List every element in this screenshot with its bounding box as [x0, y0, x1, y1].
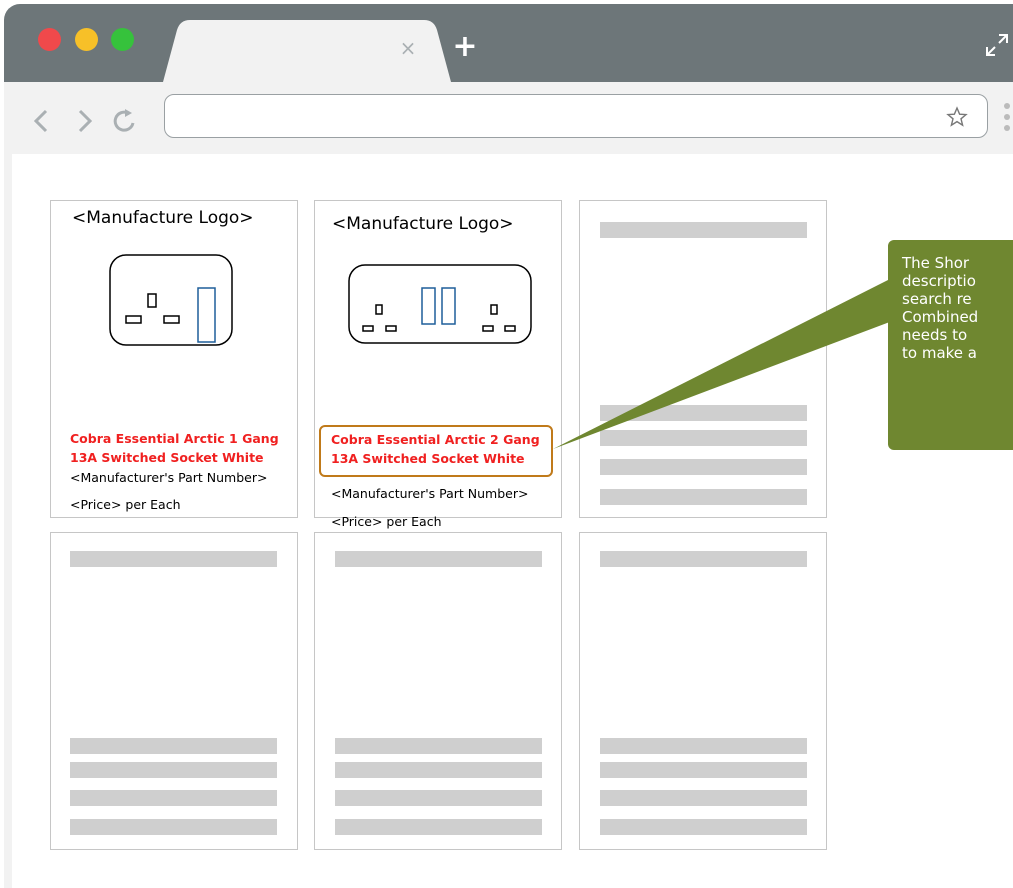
forward-icon[interactable] [72, 106, 96, 136]
placeholder-bar [600, 459, 807, 475]
product-name-line1[interactable]: Cobra Essential Arctic 1 Gang [70, 429, 279, 448]
bookmark-star-icon[interactable] [946, 106, 968, 128]
manufacturer-logo-placeholder: <Manufacture Logo> [72, 208, 254, 228]
placeholder-bar [70, 551, 277, 567]
placeholder-bar [600, 489, 807, 505]
manufacturer-logo-placeholder: <Manufacture Logo> [332, 214, 514, 234]
minimize-window-button[interactable] [75, 28, 98, 51]
close-window-button[interactable] [38, 28, 61, 51]
annotation-callout: The Shor descriptio search re Combined n… [888, 240, 1013, 450]
callout-line: descriptio [902, 272, 976, 290]
placeholder-bar [600, 551, 807, 567]
placeholder-bar [600, 738, 807, 754]
placeholder-bar [335, 790, 542, 806]
callout-line: Combined [902, 308, 979, 326]
placeholder-bar [70, 762, 277, 778]
placeholder-bar [335, 738, 542, 754]
browser-title-bar [4, 4, 1013, 82]
callout-pointer [553, 280, 895, 449]
callout-line: The Shor [902, 254, 970, 272]
placeholder-bar [70, 819, 277, 835]
placeholder-bar [70, 790, 277, 806]
price: <Price> per Each [70, 497, 181, 512]
placeholder-bar [70, 738, 277, 754]
callout-line: to make a [902, 344, 977, 362]
callout-line: search re [902, 290, 972, 308]
placeholder-bar [335, 762, 542, 778]
reload-icon[interactable] [110, 106, 140, 136]
placeholder-bar [600, 819, 807, 835]
part-number: <Manufacturer's Part Number> [70, 470, 268, 485]
placeholder-bar [600, 222, 807, 238]
product-name-highlight [319, 425, 553, 477]
menu-kebab-icon[interactable] [1001, 101, 1013, 133]
fullscreen-icon[interactable] [982, 30, 1012, 60]
placeholder-bar [600, 790, 807, 806]
product-name-line2[interactable]: 13A Switched Socket White [70, 448, 264, 467]
address-bar[interactable] [164, 94, 988, 138]
double-socket-image [348, 264, 532, 344]
tab-close-icon[interactable]: × [398, 38, 418, 58]
part-number: <Manufacturer's Part Number> [331, 486, 529, 501]
new-tab-icon[interactable]: + [452, 32, 478, 62]
placeholder-bar [335, 551, 542, 567]
maximize-window-button[interactable] [111, 28, 134, 51]
callout-line: needs to [902, 326, 968, 344]
price: <Price> per Each [331, 514, 442, 529]
single-socket-image [109, 254, 233, 346]
placeholder-bar [600, 762, 807, 778]
back-icon[interactable] [30, 106, 54, 136]
placeholder-bar [335, 819, 542, 835]
